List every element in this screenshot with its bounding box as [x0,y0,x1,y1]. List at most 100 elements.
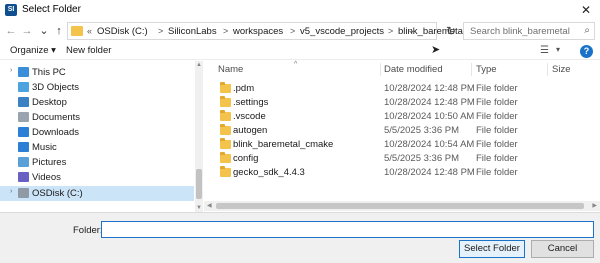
column-header-date-modified[interactable]: Date modified [384,61,443,78]
nav-item-pictures[interactable]: Pictures [0,155,194,170]
cancel-button[interactable]: Cancel [531,240,594,258]
scroll-down-arrow-icon[interactable]: ▼ [196,205,202,211]
folder-icon [220,166,231,177]
folder-icon [220,138,231,149]
address-bar[interactable]: « OSDisk (C:) > SiliconLabs > workspaces… [67,22,475,40]
folder-input[interactable] [101,221,594,238]
folder-icon [220,152,231,163]
pc-icon [18,67,29,77]
nav-item-documents[interactable]: Documents [0,110,194,125]
view-options-icon[interactable]: ☰ [540,45,549,56]
expand-chevron-icon[interactable]: › [10,67,12,74]
horizontal-scrollbar[interactable]: ◀ ▶ [204,201,600,211]
file-type: File folder [476,97,518,108]
column-divider[interactable] [547,63,548,76]
column-header-size[interactable]: Size [552,61,570,78]
address-dropdown-icon[interactable]: ⌄ [407,25,415,36]
nav-item-label: Downloads [32,127,79,138]
table-row[interactable]: autogen 5/5/2025 3:36 PM File folder [204,124,584,138]
music-icon [18,142,29,152]
scrollbar-thumb[interactable] [216,203,584,209]
folder-icon [220,82,231,93]
file-date: 5/5/2025 3:36 PM [384,153,459,164]
nav-item-label: Music [32,142,57,153]
breadcrumb-separator[interactable]: > [158,26,163,36]
column-divider[interactable] [380,63,381,76]
scroll-right-arrow-icon[interactable]: ▶ [592,202,597,209]
nav-item-label: Documents [32,112,81,123]
address-overflow-chevron[interactable]: « [87,26,92,36]
column-header-name[interactable]: Name [218,61,243,78]
file-type: File folder [476,167,518,178]
breadcrumb-workspaces[interactable]: workspaces [233,26,283,37]
file-name: .settings [233,97,269,108]
nav-pane-scrollbar[interactable]: ▲ ▼ [195,61,203,212]
search-box[interactable]: Search blink_baremetal ⌕ [463,22,595,40]
table-row[interactable]: .vscode 10/28/2024 10:50 AM File folder [204,110,584,124]
file-date: 5/5/2025 3:36 PM [384,125,459,136]
nav-item-desktop[interactable]: Desktop [0,95,194,110]
table-row[interactable]: .settings 10/28/2024 12:48 PM File folde… [204,96,584,110]
table-row[interactable]: config 5/5/2025 3:36 PM File folder [204,152,584,166]
select-folder-button[interactable]: Select Folder [459,240,525,258]
column-divider[interactable] [471,63,472,76]
recent-locations-dropdown-icon[interactable]: ⌄ [37,23,51,39]
scroll-up-arrow-icon[interactable]: ▲ [196,62,202,68]
file-name: blink_baremetal_cmake [233,139,334,150]
scroll-left-arrow-icon[interactable]: ◀ [207,202,212,209]
file-name: gecko_sdk_4.4.3 [233,167,305,178]
expand-chevron-icon[interactable]: › [10,188,12,195]
nav-item-osdisk[interactable]: › OSDisk (C:) [0,186,194,201]
mouse-cursor-icon: ➤ [431,44,441,56]
videos-icon [18,172,29,182]
cube-icon [18,82,29,92]
help-icon[interactable]: ? [580,45,593,58]
folder-icon [220,96,231,107]
nav-item-this-pc[interactable]: › This PC [0,65,194,80]
organize-button[interactable]: Organize ▾ [10,45,56,56]
table-row[interactable]: .pdm 10/28/2024 12:48 PM File folder [204,82,584,96]
breadcrumb-v5-vscode-projects[interactable]: v5_vscode_projects [300,26,384,37]
nav-item-downloads[interactable]: Downloads [0,125,194,140]
up-arrow-icon[interactable]: ↑ [52,23,66,39]
nav-item-label: Desktop [32,97,67,108]
title-bar: SI Select Folder ✕ [0,0,600,20]
file-date: 10/28/2024 10:54 AM [384,139,475,150]
scrollbar-thumb[interactable] [196,169,202,199]
search-placeholder[interactable]: Search blink_baremetal [470,26,570,37]
downloads-icon [18,127,29,137]
nav-item-videos[interactable]: Videos [0,170,194,185]
breadcrumb-separator[interactable]: > [223,26,228,36]
nav-item-3d-objects[interactable]: 3D Objects [0,80,194,95]
folder-icon [220,110,231,121]
nav-item-label: This PC [32,67,66,78]
breadcrumb-siliconlabs[interactable]: SiliconLabs [168,26,217,37]
breadcrumb-osdisk[interactable]: OSDisk (C:) [97,26,148,37]
refresh-icon[interactable]: ↻ [446,24,456,38]
file-type: File folder [476,153,518,164]
nav-item-label: 3D Objects [32,82,79,93]
nav-item-music[interactable]: Music [0,140,194,155]
nav-item-label: Pictures [32,157,67,168]
folder-icon [71,26,83,36]
file-name: config [233,153,259,164]
command-toolbar: Organize ▾ New folder ☰ ▾ ? [0,42,600,60]
table-row[interactable]: blink_baremetal_cmake 10/28/2024 10:54 A… [204,138,584,152]
forward-arrow-icon[interactable]: → [20,23,34,39]
app-icon: SI [5,4,17,16]
pictures-icon [18,157,29,167]
view-dropdown-icon[interactable]: ▾ [556,45,560,54]
column-header-type[interactable]: Type [476,61,497,78]
sort-ascending-icon: ^ [294,61,298,68]
back-arrow-icon[interactable]: ← [4,23,18,39]
nav-item-label: Videos [32,172,61,183]
file-name: .vscode [233,111,266,122]
table-row[interactable]: gecko_sdk_4.4.3 10/28/2024 12:48 PM File… [204,166,584,180]
folder-icon [220,124,231,135]
new-folder-button[interactable]: New folder [66,45,111,56]
breadcrumb-separator[interactable]: > [388,26,393,36]
close-button[interactable]: ✕ [572,0,600,20]
breadcrumb-separator[interactable]: > [290,26,295,36]
search-icon[interactable]: ⌕ [584,25,590,36]
dialog-footer: Folder: Select Folder Cancel [0,212,600,263]
